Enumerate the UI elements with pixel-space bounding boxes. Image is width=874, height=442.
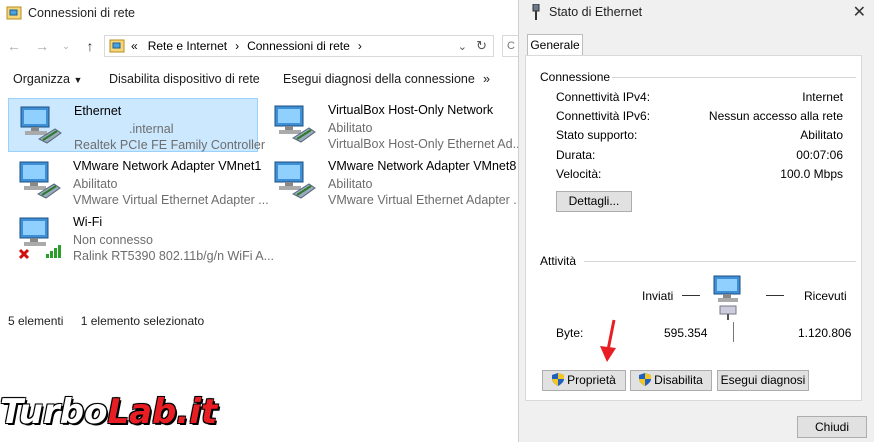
section-divider [612, 77, 856, 78]
disable-label: Disabilita [654, 373, 703, 387]
address-dropdown-icon[interactable]: ⌄ [458, 40, 467, 53]
breadcrumb-overflow[interactable]: « [131, 39, 138, 53]
ipv6-label: Connettività IPv6: [556, 109, 651, 123]
close-icon[interactable]: ✕ [853, 2, 866, 22]
breadcrumb-separator-icon: › [357, 39, 362, 53]
received-label: Ricevuti [804, 289, 847, 303]
diagnose-button[interactable]: Esegui diagnosi [717, 370, 809, 391]
more-commands-button[interactable]: » [483, 72, 490, 86]
connection-name: VMware Network Adapter VMnet1 [73, 159, 262, 173]
tab-generale[interactable]: Generale [527, 34, 583, 56]
connection-device: Ralink RT5390 802.11b/g/n WiFi A... [73, 249, 275, 263]
command-toolbar: Organizza ▼ Disabilita dispositivo di re… [0, 66, 518, 92]
annotation-arrow-icon [600, 319, 616, 362]
connection-status: Abilitato [328, 121, 373, 135]
duration-label: Durata: [556, 148, 596, 162]
connection-device: VMware Virtual Ethernet Adapter ... [73, 193, 269, 207]
connection-status: Abilitato [328, 177, 373, 191]
connection-status: Abilitato [73, 177, 118, 191]
watermark-part2: Lab.it [107, 392, 218, 432]
details-button[interactable]: Dettagli... [556, 191, 632, 212]
explorer-statusbar: 5 elementi 1 elemento selezionato [8, 314, 204, 328]
breadcrumb-connessioni[interactable]: Connessioni di rete [247, 39, 350, 53]
diagnose-connection-button[interactable]: Esegui diagnosi della connessione [283, 72, 475, 86]
bytes-sent-value: 595.354 [664, 326, 708, 340]
connection-name: Ethernet [74, 104, 122, 118]
address-bar[interactable]: « Rete e Internet › Connessioni di rete … [104, 35, 494, 57]
connection-item-virtualbox[interactable]: VirtualBox Host-Only Network Abilitato V… [263, 98, 523, 152]
turbolab-watermark-logo: TurboLab.it [0, 392, 217, 432]
ethernet-adapter-icon [19, 161, 61, 199]
connection-item-vmnet1[interactable]: VMware Network Adapter VMnet1 Abilitato … [8, 154, 269, 208]
organize-menu[interactable]: Organizza ▼ [13, 72, 82, 86]
connection-status: Non connesso [73, 233, 153, 247]
up-arrow-icon[interactable]: ↑ [82, 38, 98, 54]
close-button[interactable]: Chiudi [797, 416, 867, 438]
sent-line [682, 295, 700, 296]
general-panel: Connessione Connettività IPv4: Internet … [525, 55, 862, 401]
ethernet-status-dialog: Stato di Ethernet ✕ Generale Connessione… [518, 0, 874, 442]
shield-icon [639, 373, 652, 386]
ipv4-label: Connettività IPv4: [556, 90, 651, 104]
connection-item-ethernet[interactable]: Ethernet .internal Realtek PCIe FE Famil… [8, 98, 265, 152]
dialog-title: Stato di Ethernet [549, 5, 643, 19]
forward-arrow-icon[interactable]: → [34, 38, 50, 54]
duration-value: 00:07:06 [796, 148, 843, 162]
ipv4-value: Internet [802, 90, 843, 104]
ethernet-cable-icon [532, 4, 540, 20]
back-arrow-icon[interactable]: ← [6, 38, 22, 54]
connection-device: Realtek PCIe FE Family Controller [74, 138, 266, 152]
speed-value: 100.0 Mbps [780, 167, 843, 181]
wifi-adapter-icon [18, 217, 61, 260]
network-activity-icon [713, 275, 741, 320]
caret-down-icon: ▼ [73, 75, 83, 85]
search-box[interactable]: C [502, 35, 518, 57]
connection-name: Wi-Fi [73, 215, 103, 229]
recent-chevron-icon[interactable]: ⌄ [58, 38, 74, 54]
ethernet-adapter-icon [274, 105, 316, 143]
connection-name: VMware Network Adapter VMnet8 [328, 159, 517, 173]
connections-list: Ethernet .internal Realtek PCIe FE Famil… [0, 98, 524, 308]
properties-button[interactable]: Proprietà [542, 370, 626, 391]
shield-icon [552, 373, 565, 386]
media-state-value: Abilitato [800, 128, 843, 142]
bytes-label: Byte: [556, 326, 584, 340]
ethernet-adapter-icon [274, 161, 316, 199]
navigation-bar: ← → ⌄ ↑ « Rete e Internet › Connessioni … [0, 34, 518, 58]
dialog-titlebar: Stato di Ethernet [531, 4, 642, 20]
received-line [766, 295, 784, 296]
explorer-titlebar: Connessioni di rete [0, 0, 518, 26]
item-count: 5 elementi [8, 314, 64, 328]
network-location-icon [109, 39, 125, 53]
refresh-icon[interactable]: ↻ [476, 38, 487, 54]
properties-label: Proprietà [567, 373, 616, 387]
connection-status: .internal [129, 122, 174, 136]
bytes-received-value: 1.120.806 [798, 326, 852, 340]
connection-device: VMware Virtual Ethernet Adapter ... [328, 193, 524, 207]
watermark-part1: Turbo [0, 392, 108, 432]
activity-section-label: Attività [540, 254, 577, 268]
network-folder-icon [6, 6, 22, 20]
connection-item-vmnet8[interactable]: VMware Network Adapter VMnet8 Abilitato … [263, 154, 524, 208]
breadcrumb-separator-icon: › [235, 39, 240, 53]
connection-name: VirtualBox Host-Only Network [328, 103, 494, 117]
network-connections-window: Connessioni di rete ← → ⌄ ↑ « Rete e Int… [0, 0, 524, 442]
connection-item-wifi[interactable]: Wi-Fi Non connesso Ralink RT5390 802.11b… [8, 210, 274, 264]
ipv6-value: Nessun accesso alla rete [708, 109, 843, 123]
organize-label: Organizza [13, 72, 70, 86]
speed-label: Velocità: [556, 167, 602, 181]
connection-device: VirtualBox Host-Only Ethernet Ad... [328, 137, 524, 151]
media-state-label: Stato supporto: [556, 128, 638, 142]
bytes-divider [733, 322, 734, 342]
ethernet-adapter-icon [20, 106, 62, 144]
connection-section-label: Connessione [540, 70, 611, 84]
section-divider [584, 261, 856, 262]
search-box-text: C [507, 40, 515, 52]
disable-device-button[interactable]: Disabilita dispositivo di rete [109, 72, 260, 86]
explorer-title: Connessioni di rete [28, 6, 136, 20]
breadcrumb-rete-internet[interactable]: Rete e Internet [148, 39, 227, 53]
sent-label: Inviati [642, 289, 674, 303]
selection-count: 1 elemento selezionato [80, 314, 205, 328]
disable-button[interactable]: Disabilita [630, 370, 712, 391]
